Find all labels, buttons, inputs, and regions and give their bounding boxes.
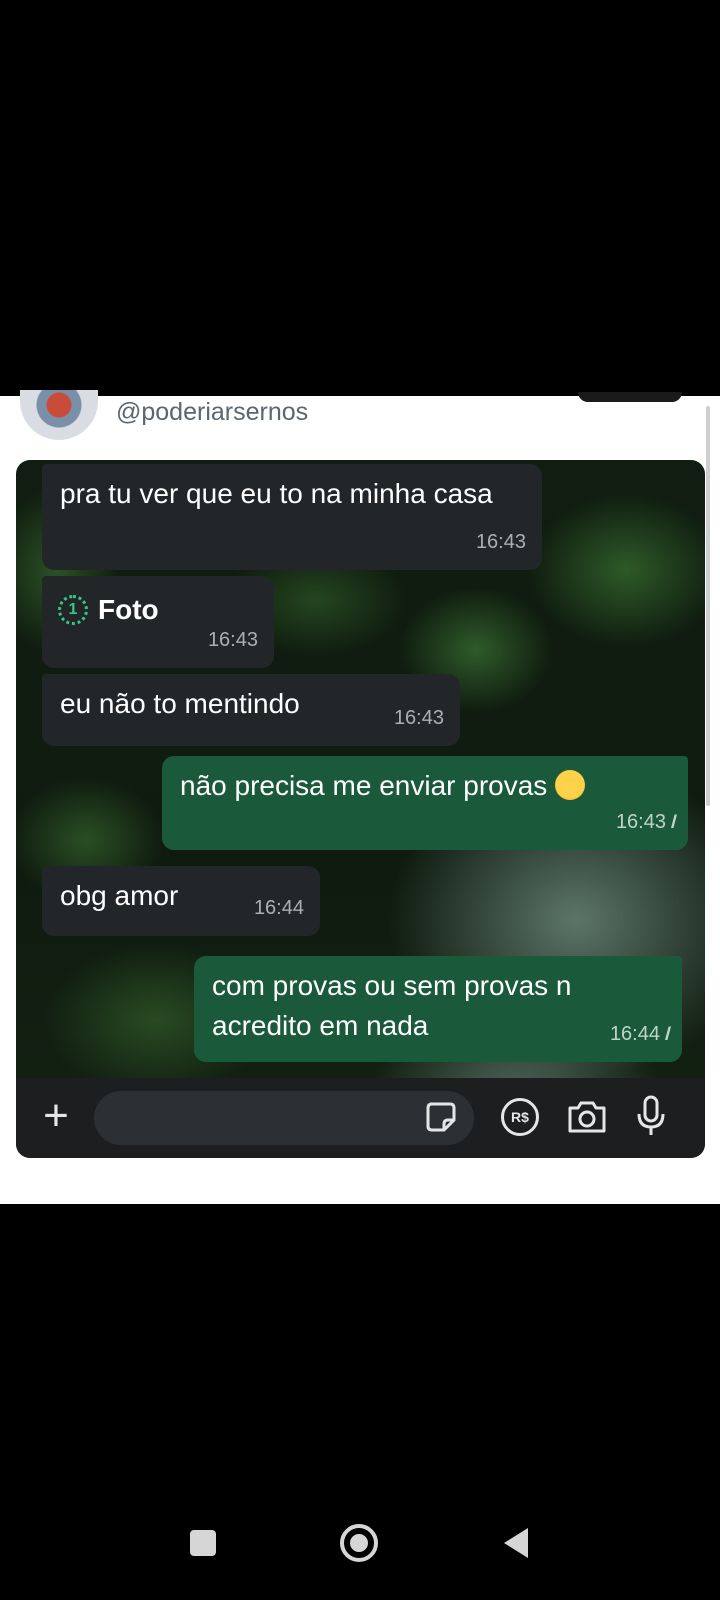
screen: @poderiarsernos pra tu ver que eu to na … <box>0 0 720 1600</box>
chat-input-bar: + R$ <box>16 1078 705 1158</box>
system-nav-bar <box>0 1500 720 1600</box>
message-bubble-incoming: obg amor 16:44 <box>42 866 320 936</box>
message-time: 16:44 <box>253 897 304 919</box>
card-top-edge <box>578 392 682 402</box>
message-time: 16:43// <box>615 811 678 833</box>
message-text: eu não to mentindo <box>60 688 300 719</box>
message-time: 16:44// <box>609 1023 672 1045</box>
back-icon[interactable] <box>504 1528 528 1558</box>
message-time: 16:43 <box>393 707 444 729</box>
message-bubble-incoming: pra tu ver que eu to na minha casa 16:43 <box>42 464 542 570</box>
message-text: com provas ou sem provas n acredito em n… <box>212 970 572 1041</box>
message-time: 16:43 <box>475 531 526 553</box>
message-bubble-outgoing: não precisa me enviar provas 16:43// <box>162 756 688 850</box>
message-time: 16:43 <box>207 629 258 651</box>
camera-icon[interactable] <box>566 1098 608 1136</box>
message-bubble-outgoing: com provas ou sem provas n acredito em n… <box>194 956 682 1062</box>
message-text: pra tu ver que eu to na minha casa <box>60 478 493 509</box>
avatar[interactable] <box>20 390 98 440</box>
view-once-photo-bubble[interactable]: 1 Foto 16:43 <box>42 576 274 668</box>
home-icon[interactable] <box>340 1524 378 1562</box>
photo-label: Foto <box>98 594 159 625</box>
tweet-handle[interactable]: @poderiarsernos <box>116 398 308 427</box>
chat-screenshot: pra tu ver que eu to na minha casa 16:43… <box>16 460 705 1158</box>
microphone-icon[interactable] <box>636 1094 666 1138</box>
recents-icon[interactable] <box>190 1530 216 1556</box>
payment-icon[interactable]: R$ <box>501 1098 539 1136</box>
message-input[interactable] <box>94 1091 474 1145</box>
scrollbar[interactable] <box>706 406 710 806</box>
plus-icon[interactable]: + <box>36 1094 76 1138</box>
smiling-face-with-hearts-icon <box>555 770 586 800</box>
message-text: não precisa me enviar provas <box>180 770 548 801</box>
message-bubble-incoming: eu não to mentindo 16:43 <box>42 674 460 746</box>
view-once-icon: 1 <box>58 595 88 625</box>
sticker-icon[interactable] <box>424 1100 458 1134</box>
